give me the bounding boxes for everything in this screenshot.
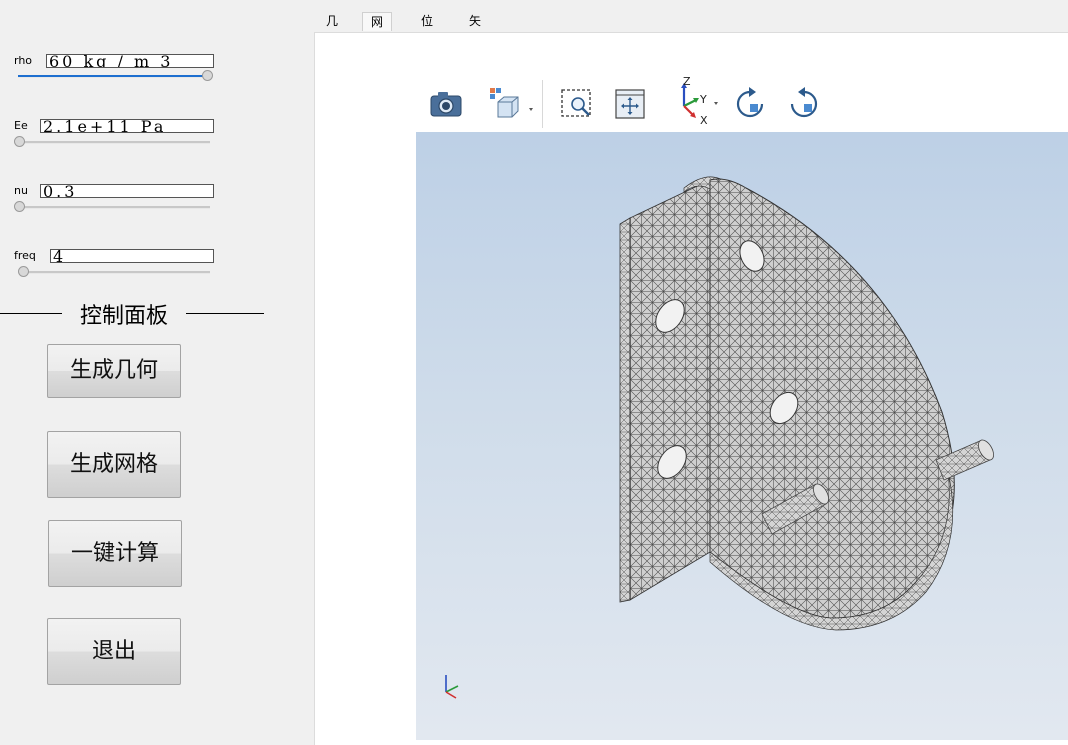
nu-slider[interactable]	[14, 201, 210, 212]
plate-edge	[619, 217, 631, 603]
title-divider-right	[186, 313, 264, 314]
tab-vector-plot[interactable]: 矢量图1	[461, 12, 489, 85]
param-label-rho: rho	[14, 54, 33, 67]
axes-orientation-icon[interactable]: Z Y X	[670, 76, 726, 126]
param-row-ee: Ee 2.1e+11 Pa	[14, 119, 214, 149]
param-label-freq: freq	[14, 249, 36, 262]
camera-icon[interactable]	[424, 82, 468, 126]
axis-x-label: X	[700, 114, 708, 126]
freq-slider[interactable]	[18, 266, 210, 277]
rotate-ccw-icon[interactable]	[782, 82, 826, 126]
graphics-viewer: Z Y X	[416, 74, 1068, 740]
zoom-box-icon[interactable]	[554, 82, 598, 126]
param-row-nu: nu 0.3	[14, 184, 214, 214]
compute-button[interactable]: 一键计算	[48, 520, 182, 587]
view-cube-icon[interactable]	[482, 82, 533, 126]
freq-input[interactable]: 4	[50, 249, 214, 263]
param-row-rho: rho 60 kg / m 3	[14, 54, 214, 84]
exit-button[interactable]: 退出	[47, 618, 181, 685]
panel-title-row: 控制面板	[0, 298, 264, 329]
ee-slider[interactable]	[14, 136, 210, 147]
graphics-toolbar: Z Y X	[416, 74, 1068, 132]
param-label-ee: Ee	[14, 119, 28, 132]
vertical-plate	[629, 179, 711, 601]
ee-input[interactable]: 2.1e+11 Pa	[40, 119, 214, 133]
tab-displacement[interactable]: 位移	[413, 12, 441, 47]
rho-input[interactable]: 60 kg / m 3	[46, 54, 214, 68]
rho-slider[interactable]	[18, 70, 213, 81]
orientation-triad	[445, 675, 459, 699]
panel-title: 控制面板	[79, 304, 168, 329]
zoom-extents-icon[interactable]	[608, 82, 652, 126]
3d-viewport[interactable]	[416, 132, 1068, 740]
rho-slider-handle[interactable]	[202, 70, 213, 81]
tab-mesh[interactable]: 网格	[362, 12, 393, 48]
generate-geometry-button[interactable]: 生成几何	[47, 344, 181, 398]
param-label-nu: nu	[14, 184, 28, 197]
toolbar-separator	[542, 80, 543, 128]
freq-slider-handle[interactable]	[18, 266, 29, 277]
control-panel: rho 60 kg / m 3 Ee 2.1e+11 Pa nu 0.3 fre…	[0, 0, 300, 744]
nu-slider-handle[interactable]	[14, 201, 25, 212]
mesh-model	[445, 176, 994, 699]
tab-geometry[interactable]: 几何	[318, 12, 346, 47]
ee-slider-handle[interactable]	[14, 136, 25, 147]
rotate-cw-icon[interactable]	[728, 82, 772, 126]
title-divider-left	[0, 313, 62, 314]
param-row-freq: freq 4	[14, 249, 214, 279]
axis-y-label: Y	[699, 93, 707, 106]
rho-slider-fill	[18, 75, 208, 77]
axis-z-label: Z	[683, 76, 691, 88]
generate-mesh-button[interactable]: 生成网格	[47, 431, 181, 498]
nu-input[interactable]: 0.3	[40, 184, 214, 198]
